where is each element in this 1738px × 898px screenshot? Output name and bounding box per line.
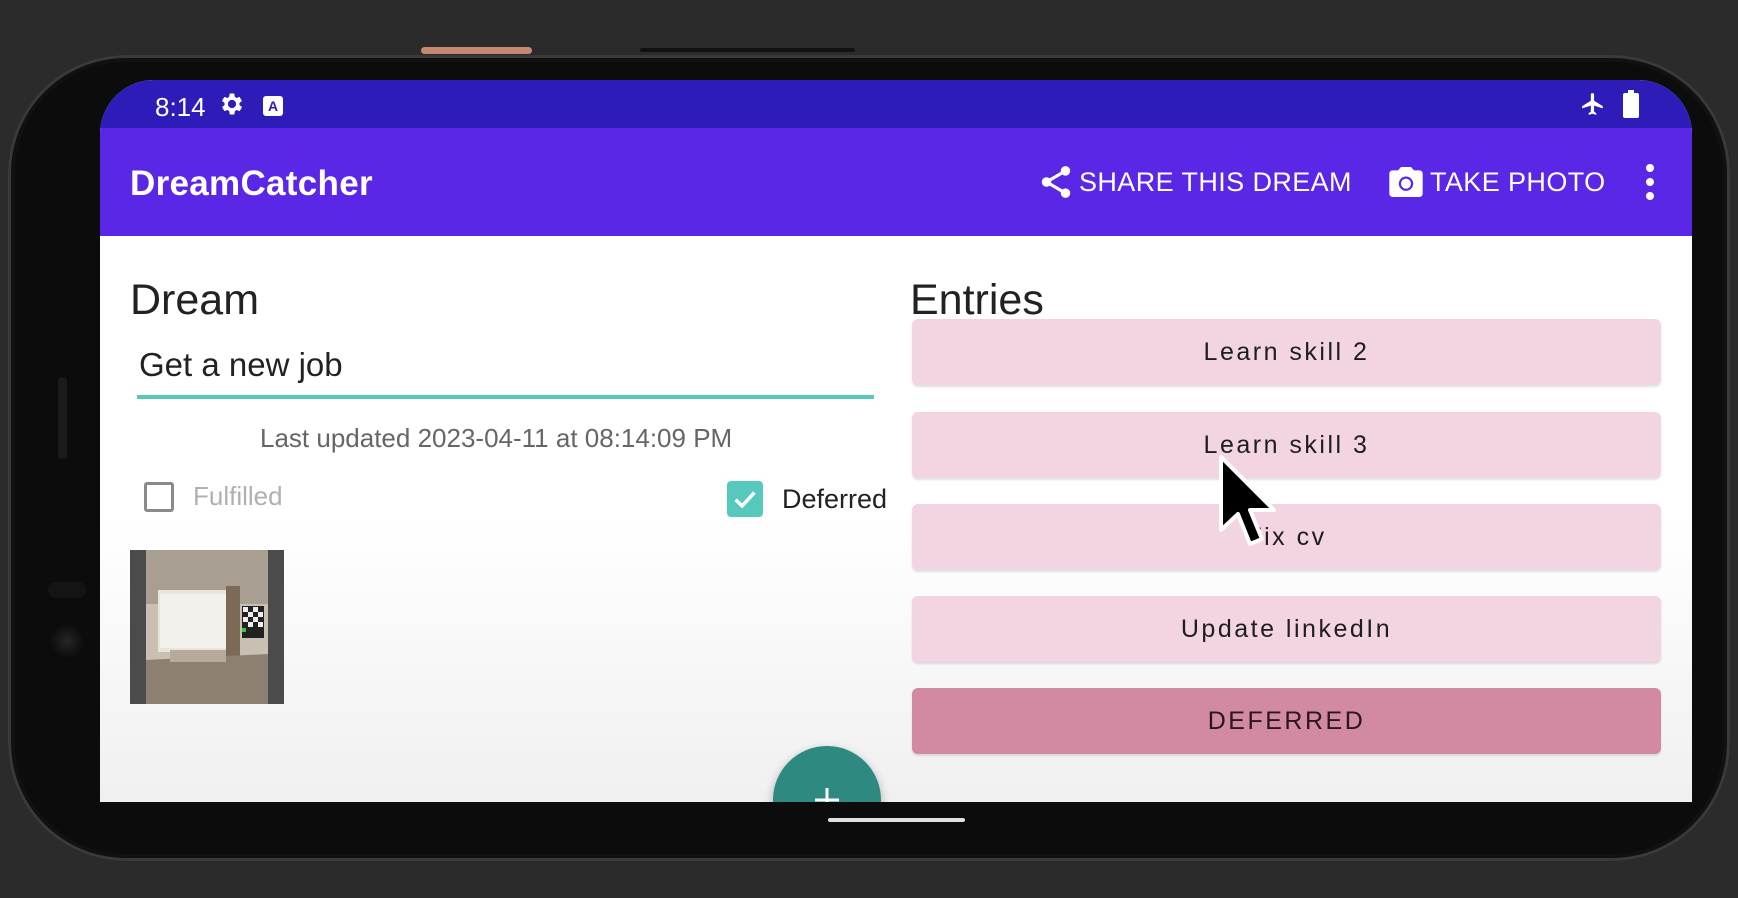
add-entry-fab[interactable]: [773, 746, 881, 802]
a-keyboard-icon: A: [263, 96, 283, 116]
entry-item-deferred[interactable]: DEFERRED: [912, 688, 1661, 754]
dream-photo-thumbnail[interactable]: [130, 550, 284, 704]
deferred-label: Deferred: [782, 483, 888, 514]
room-photo-image: [130, 550, 284, 704]
entry-item[interactable]: Learn skill 2: [912, 319, 1661, 385]
home-indicator: [828, 818, 965, 822]
main-content: Dream Entries Last updated 2023-04-11 at…: [100, 236, 1692, 802]
camera-icon: [1389, 167, 1423, 197]
fulfilled-checkbox[interactable]: Fulfilled: [144, 481, 283, 512]
battery-icon: [1623, 90, 1639, 118]
phone-sensor: [48, 582, 86, 598]
last-updated-text: Last updated 2023-04-11 at 08:14:09 PM: [260, 423, 733, 453]
deferred-checkbox[interactable]: Deferred: [727, 481, 887, 517]
mouse-cursor-icon: [1219, 455, 1276, 546]
share-dream-label: SHARE THIS DREAM: [1079, 166, 1352, 197]
fulfilled-label: Fulfilled: [193, 481, 283, 511]
take-photo-label: TAKE PHOTO: [1430, 166, 1606, 197]
dream-title-input[interactable]: [137, 341, 874, 399]
phone-speaker: [640, 48, 855, 52]
phone-side-button: [58, 377, 67, 459]
phone-camera: [48, 622, 86, 660]
app-bar: DreamCatcher SHARE THIS DREAM TAKE PHOTO: [100, 128, 1692, 236]
share-dream-button[interactable]: SHARE THIS DREAM: [1037, 162, 1352, 202]
plus-icon: [815, 788, 839, 802]
checkbox-unchecked-icon: [144, 481, 174, 512]
checkbox-checked-icon: [727, 481, 763, 517]
airplane-icon: [1582, 93, 1603, 115]
dream-heading: Dream: [130, 276, 260, 324]
entry-item[interactable]: Update linkedIn: [912, 596, 1661, 662]
entries-heading: Entries: [910, 276, 1044, 324]
take-photo-button[interactable]: TAKE PHOTO: [1386, 162, 1606, 202]
status-time: 8:14: [155, 92, 206, 122]
entry-item[interactable]: Learn skill 3: [912, 412, 1661, 478]
device-screen: 8:14 A DreamCatcher SHARE THIS DREAM TAK…: [100, 80, 1692, 802]
status-bar: 8:14 A: [100, 80, 1692, 128]
entry-item[interactable]: Fix cv: [912, 504, 1661, 570]
more-vert-icon[interactable]: [1640, 160, 1660, 204]
gear-icon: [221, 93, 243, 115]
app-title: DreamCatcher: [130, 164, 373, 203]
share-icon: [1041, 166, 1071, 198]
phone-top-accent: [421, 47, 532, 54]
